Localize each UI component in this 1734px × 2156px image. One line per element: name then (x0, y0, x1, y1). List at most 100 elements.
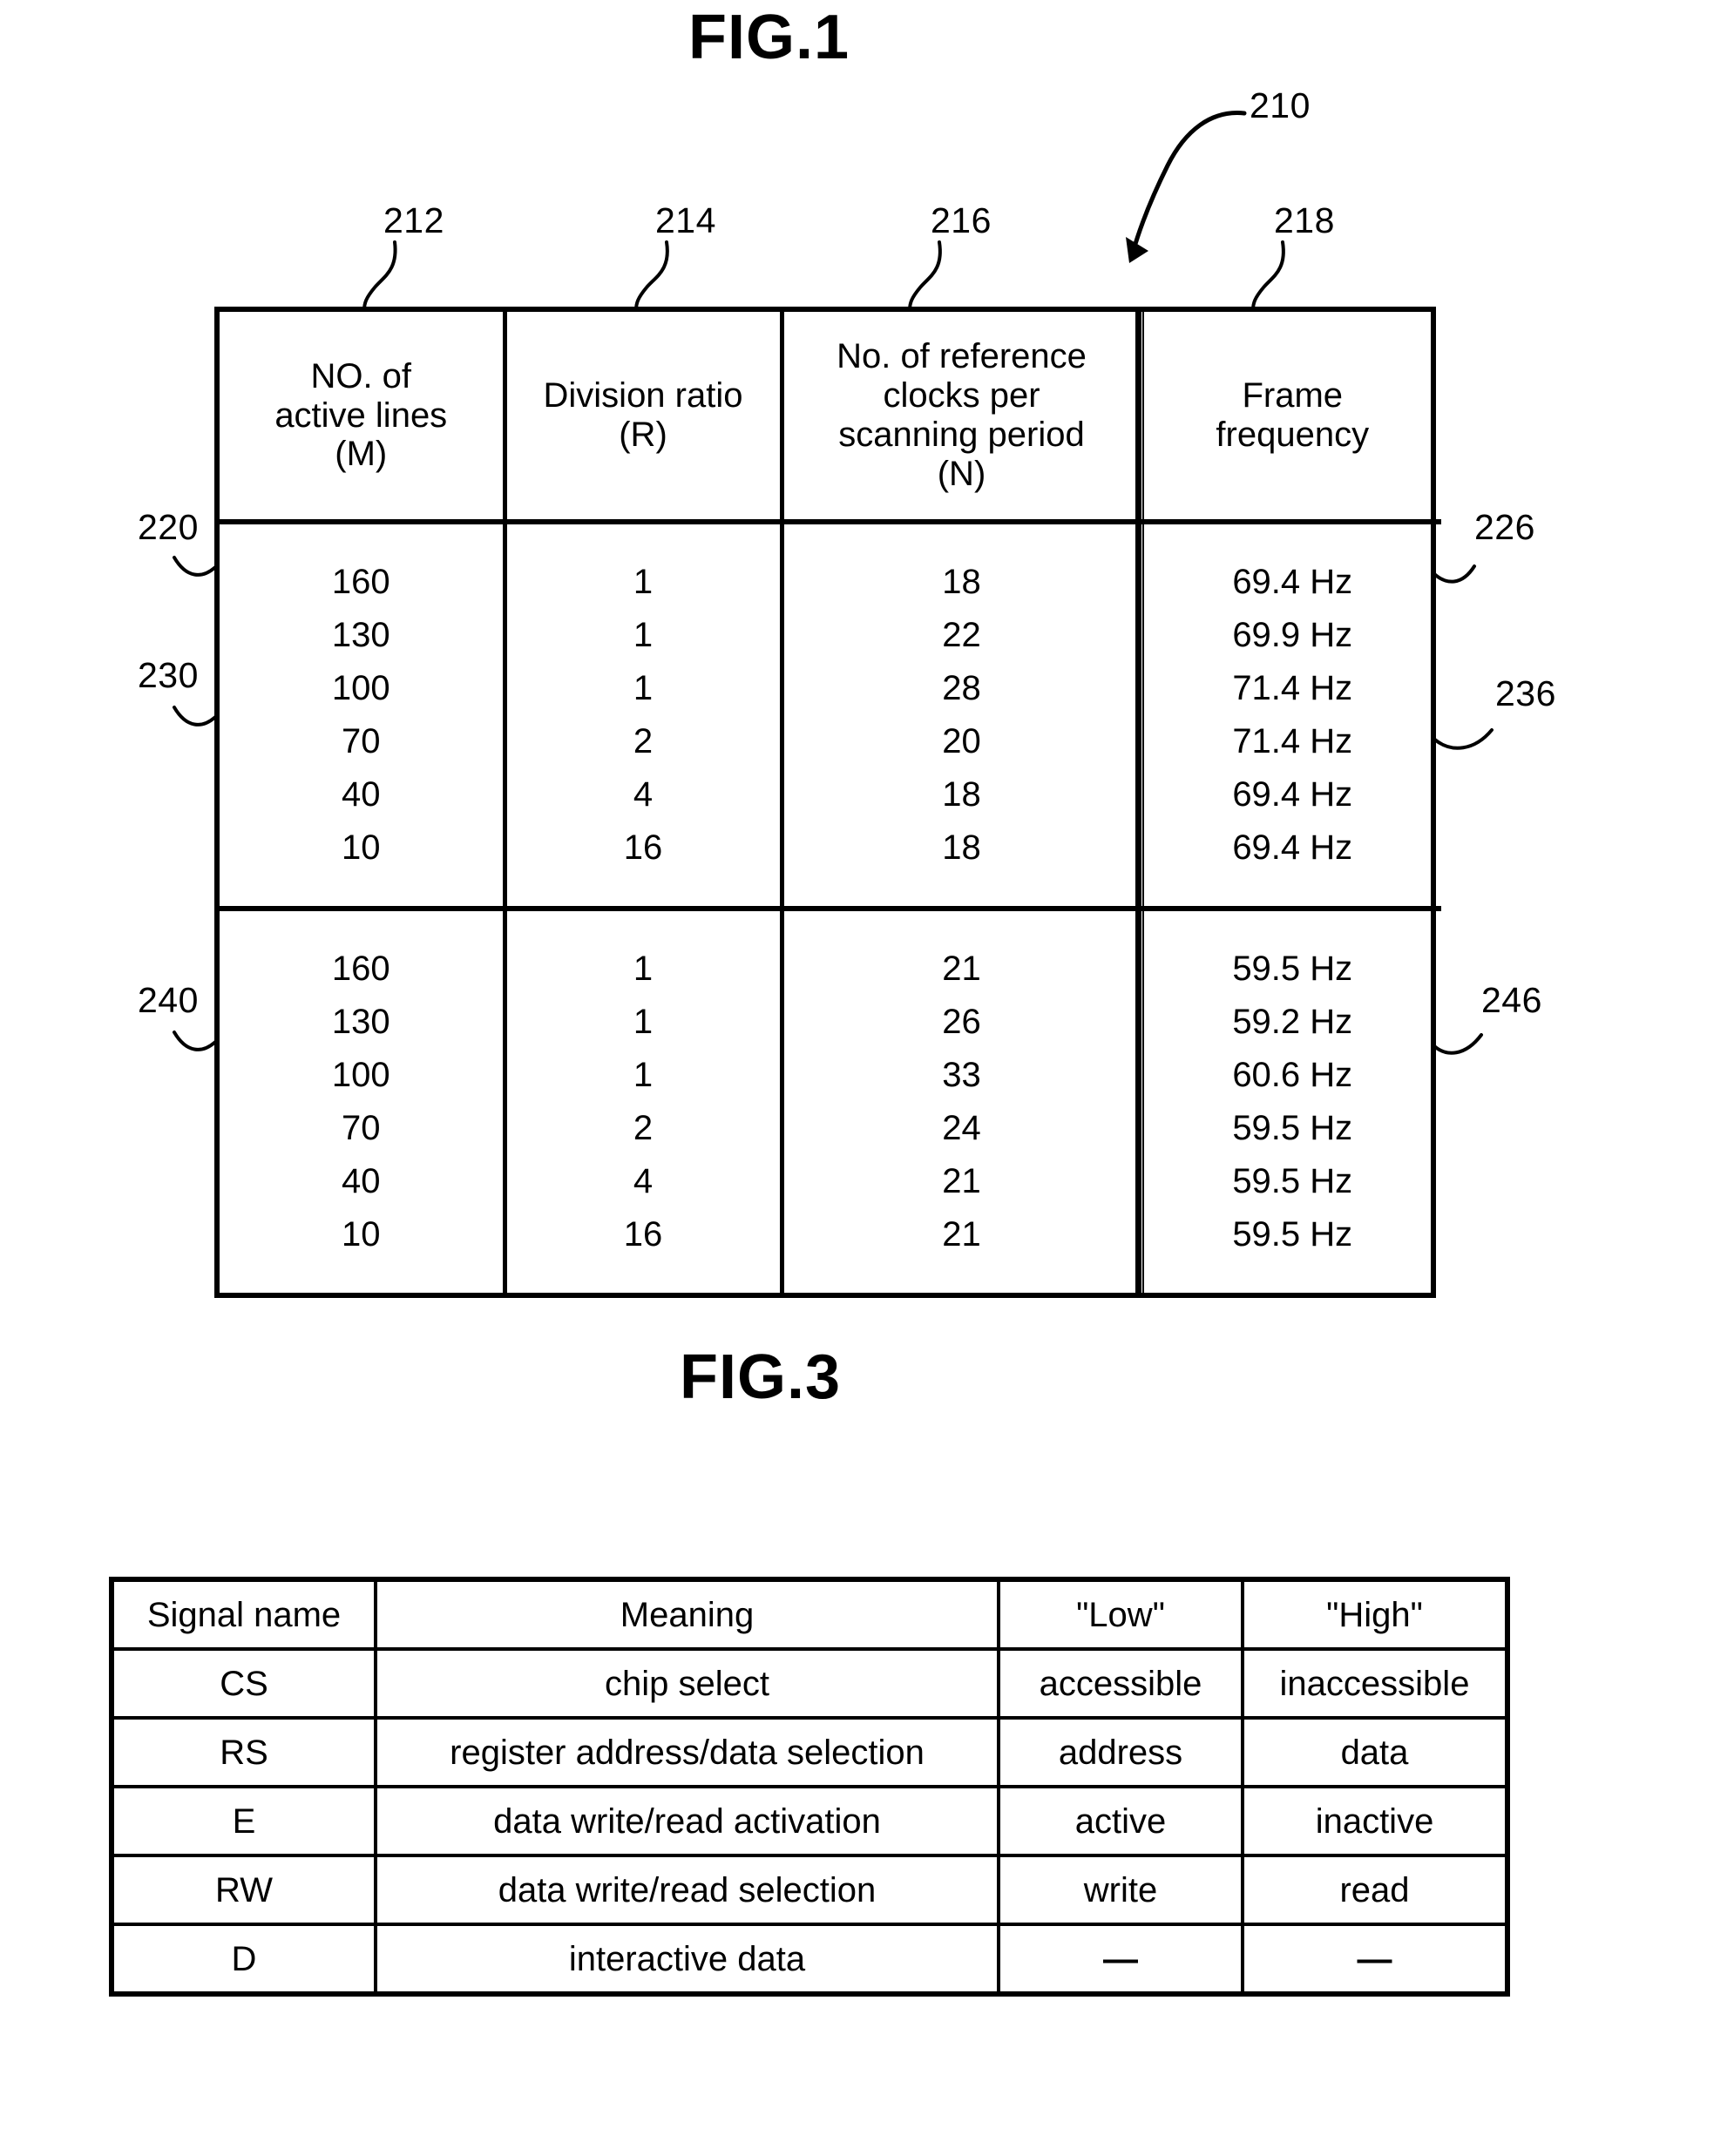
header-cell-frame-frequency: Frame frequency (1141, 312, 1441, 522)
cell-meaning: data write/read activation (374, 1785, 1000, 1857)
cell-active-lines: 160 (220, 943, 507, 996)
cell-division-ratio: 4 (505, 768, 784, 821)
cell-active-lines: 130 (220, 996, 507, 1049)
table-row: 130 1 26 59.2 Hz (220, 996, 1441, 1049)
cell-active-lines: 10 (220, 821, 507, 875)
table-row: RS register address/data selection addre… (114, 1716, 1505, 1788)
cell-frame-frequency: 59.5 Hz (1232, 1109, 1353, 1148)
cell-division-ratio: 2 (505, 715, 784, 768)
cell-high-state: read (1241, 1854, 1505, 1926)
cell-frame-frequency: 69.4 Hz (1232, 563, 1353, 602)
table-row: 40 4 18 69.4 Hz (220, 768, 1441, 821)
figure-3-title: FIG.3 (680, 1342, 842, 1412)
reference-numeral-218: 218 (1274, 200, 1335, 240)
cell-active-lines: 40 (220, 1155, 507, 1208)
table-row: 100 1 28 71.4 Hz (220, 662, 1441, 715)
cell-frame-frequency: 59.2 Hz (1232, 1003, 1353, 1042)
spacer-cell (782, 906, 1144, 943)
cell-reference-clocks: 24 (782, 1102, 1144, 1155)
cell-reference-clocks: 18 (782, 556, 1144, 609)
table-row: 70 2 24 59.5 Hz (220, 1102, 1441, 1155)
spacer-cell (220, 906, 507, 943)
cell-frame-frequency: 60.6 Hz (1232, 1056, 1353, 1095)
table-row: 160 1 21 59.5 Hz (220, 943, 1441, 996)
cell-frame-frequency: 69.4 Hz (1232, 828, 1353, 868)
table-header-row: Signal name Meaning "Low" "High" (114, 1582, 1505, 1651)
header-line: Division ratio (543, 376, 743, 416)
cell-active-lines: 70 (220, 1102, 507, 1155)
table-row: 40 4 21 59.5 Hz (220, 1155, 1441, 1208)
table-row: 10 16 21 59.5 Hz (220, 1208, 1441, 1261)
header-cell-division-ratio: Division ratio (R) (505, 312, 784, 522)
header-line: No. of reference (837, 337, 1087, 376)
fig1-data-table: NO. of active lines (M) Division ratio (… (214, 307, 1441, 1298)
spacer-cell (220, 1261, 507, 1293)
reference-numeral-236: 236 (1495, 673, 1556, 713)
cell-reference-clocks: 22 (782, 609, 1144, 662)
figure-1-title: FIG.1 (688, 3, 850, 72)
cell-high-state: — (1241, 1923, 1505, 1991)
cell-low-state: active (997, 1785, 1244, 1857)
cell-active-lines: 40 (220, 768, 507, 821)
cell-reference-clocks: 21 (782, 1155, 1144, 1208)
table-header-row: NO. of active lines (M) Division ratio (… (220, 312, 1441, 522)
cell-active-lines: 100 (220, 662, 507, 715)
cell-meaning: data write/read selection (374, 1854, 1000, 1926)
spacer-cell (505, 1261, 784, 1293)
fig3-signal-table: Signal name Meaning "Low" "High" CS chip… (109, 1577, 1510, 1997)
header-cell-reference-clocks: No. of reference clocks per scanning per… (782, 312, 1144, 522)
cell-low-state: write (997, 1854, 1244, 1926)
cell-low-state: accessible (997, 1647, 1244, 1720)
cell-reference-clocks: 20 (782, 715, 1144, 768)
block2-bottom-spacer (220, 1261, 1441, 1293)
spacer-cell (505, 519, 784, 556)
spacer-cell (782, 519, 1144, 556)
cell-meaning: chip select (374, 1647, 1000, 1720)
cell-reference-clocks: 18 (782, 768, 1144, 821)
header-line: Frame (1242, 376, 1344, 416)
table-row: 70 2 20 71.4 Hz (220, 715, 1441, 768)
cell-frame-frequency: 71.4 Hz (1232, 722, 1353, 761)
reference-numeral-240: 240 (138, 980, 199, 1020)
cell-meaning: interactive data (374, 1923, 1000, 1991)
table-row: 160 1 18 69.4 Hz (220, 556, 1441, 609)
spacer-cell (1141, 1261, 1441, 1293)
cell-meaning: register address/data selection (374, 1716, 1000, 1788)
cell-active-lines: 130 (220, 609, 507, 662)
header-line: scanning period (838, 416, 1085, 454)
cell-division-ratio: 1 (505, 609, 784, 662)
table-row: 130 1 22 69.9 Hz (220, 609, 1441, 662)
cell-division-ratio: 1 (505, 996, 784, 1049)
cell-reference-clocks: 28 (782, 662, 1144, 715)
cell-frame-frequency: 71.4 Hz (1232, 669, 1353, 708)
cell-reference-clocks: 21 (782, 943, 1144, 996)
header-line: clocks per (883, 376, 1040, 416)
cell-signal-name: RS (114, 1716, 377, 1788)
cell-signal-name: CS (114, 1647, 377, 1720)
cell-active-lines: 100 (220, 1049, 507, 1102)
header-cell-signal-name: Signal name (114, 1582, 377, 1651)
reference-numeral-226: 226 (1474, 507, 1535, 547)
cell-division-ratio: 1 (505, 662, 784, 715)
cell-frame-frequency: 59.5 Hz (1232, 1215, 1353, 1254)
spacer-cell (220, 875, 507, 909)
header-cell-high: "High" (1241, 1582, 1505, 1651)
cell-division-ratio: 16 (505, 821, 784, 875)
spacer-cell (782, 875, 1144, 909)
reference-numeral-220: 220 (138, 507, 199, 547)
cell-division-ratio: 4 (505, 1155, 784, 1208)
header-cell-active-lines: NO. of active lines (M) (220, 312, 507, 522)
cell-division-ratio: 1 (505, 1049, 784, 1102)
header-line: NO. of (310, 356, 412, 395)
cell-high-state: inactive (1241, 1785, 1505, 1857)
spacer-cell (1141, 519, 1441, 556)
spacer-cell (505, 906, 784, 943)
cell-division-ratio: 2 (505, 1102, 784, 1155)
table-row: E data write/read activation active inac… (114, 1785, 1505, 1857)
spacer-cell (1141, 875, 1441, 909)
cell-signal-name: E (114, 1785, 377, 1857)
block1-bottom-spacer (220, 875, 1441, 909)
block2-top-spacer (220, 906, 1441, 943)
spacer-cell (505, 875, 784, 909)
cell-frame-frequency: 69.9 Hz (1232, 616, 1353, 655)
